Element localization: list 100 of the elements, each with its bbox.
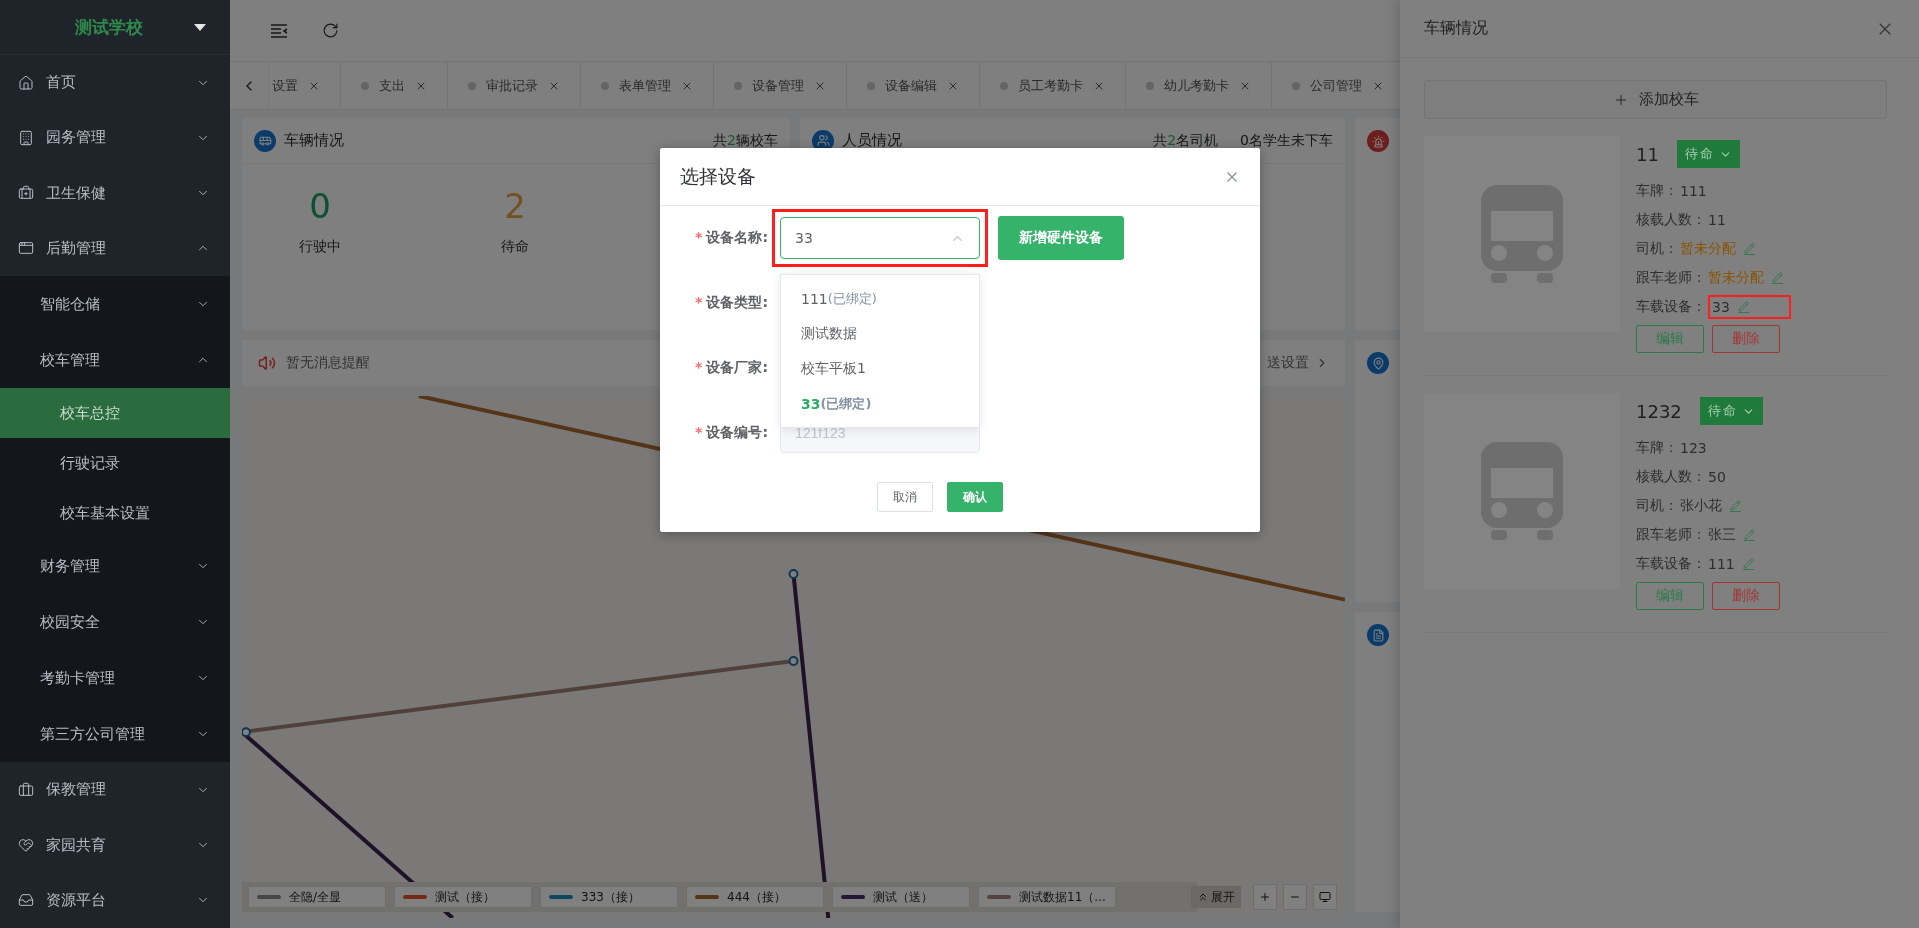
expand-button[interactable]: 展开	[1191, 886, 1241, 908]
siren-icon	[1367, 130, 1389, 152]
bus-icon	[254, 129, 276, 152]
menu-icon	[18, 129, 34, 146]
menu-icon	[18, 837, 34, 854]
menu-item[interactable]: 校车基本设置	[0, 488, 230, 539]
menu-item[interactable]: 智能仓储	[0, 276, 230, 333]
bus-name: 1232	[1636, 400, 1682, 422]
summary-text: 共2名司机	[1153, 131, 1219, 150]
menu-item[interactable]: 园务管理	[0, 110, 230, 166]
device-select[interactable]: 33	[780, 217, 980, 259]
menu-icon	[18, 74, 34, 91]
field-label: * 设备类型:	[694, 294, 769, 312]
monitor-icon	[1319, 891, 1331, 903]
menu-item[interactable]: 首页	[0, 55, 230, 111]
dot-icon	[601, 81, 609, 90]
menu-item[interactable]: 家园共育	[0, 817, 230, 873]
legend-item[interactable]: 测试（接）	[394, 886, 532, 908]
zoom-in-button[interactable]	[1253, 884, 1277, 910]
field-label: * 设备厂家:	[694, 359, 769, 377]
status-dropdown[interactable]: 待命	[1676, 140, 1740, 168]
status-dropdown[interactable]: 待命	[1699, 397, 1763, 425]
add-bus-button[interactable]: 添加校车	[1424, 80, 1887, 119]
field-label: 车载设备：	[1636, 297, 1706, 316]
field-value: 33	[1712, 298, 1730, 315]
refresh-button[interactable]	[322, 22, 339, 39]
menu-icon	[18, 240, 34, 257]
field-value: 张小花	[1680, 496, 1722, 515]
legend-item[interactable]: 全隐/全显	[248, 886, 386, 908]
field-value: 暂未分配	[1708, 268, 1764, 287]
caret-down-icon[interactable]	[194, 23, 206, 31]
dot-icon	[468, 81, 476, 90]
stat-value: 2	[504, 186, 526, 226]
dot-icon	[734, 81, 742, 90]
menu-item[interactable]: 财务管理	[0, 538, 230, 595]
zoom-out-button[interactable]	[1283, 884, 1307, 910]
dropdown-option[interactable]: 校车平板1	[781, 351, 979, 386]
dropdown-option[interactable]: 测试数据	[781, 316, 979, 351]
field-value: 123	[1680, 439, 1707, 456]
summary-text: 共2辆校车	[713, 131, 778, 150]
field-value: 张三	[1708, 525, 1736, 544]
dialog-title: 选择设备	[680, 163, 756, 189]
bus-name: 11	[1636, 143, 1659, 165]
menu-item[interactable]: 校园安全	[0, 594, 230, 651]
screen-button[interactable]	[1313, 884, 1337, 910]
summary-text: 0名学生未下车	[1240, 131, 1333, 150]
menu-item[interactable]: 资源平台	[0, 872, 230, 928]
dot-icon	[361, 81, 369, 90]
page-tab[interactable]: 设置	[269, 62, 341, 109]
field-label: * 设备名称:	[694, 229, 769, 247]
menu-icon	[18, 781, 34, 798]
dropdown-option[interactable]: 111(已绑定)	[781, 281, 979, 316]
legend-item[interactable]: 测试（送）	[832, 886, 970, 908]
field-value: 暂未分配	[1680, 239, 1736, 258]
add-device-button[interactable]: 新增硬件设备	[998, 216, 1124, 260]
menu-fold-button[interactable]	[270, 22, 288, 39]
dot-icon	[867, 81, 875, 90]
card-title: 车辆情况	[284, 131, 345, 150]
document-icon	[1367, 624, 1389, 646]
card-title: 人员情况	[842, 131, 903, 150]
field-value: 50	[1708, 468, 1726, 485]
stat-label: 行驶中	[299, 238, 341, 256]
cancel-button[interactable]: 取消	[877, 482, 933, 512]
menu-item[interactable]: 考勤卡管理	[0, 650, 230, 707]
menu-item[interactable]: 校车总控	[0, 388, 230, 439]
school-name: 测试学校	[75, 15, 143, 39]
field-label: 核载人数：	[1636, 210, 1706, 229]
legend-item[interactable]: 333（接）	[540, 886, 678, 908]
legend-item[interactable]: 444（接）	[686, 886, 824, 908]
route-point	[242, 727, 251, 738]
map-pin-icon	[1367, 352, 1389, 374]
menu-item[interactable]: 行驶记录	[0, 438, 230, 489]
field-label: 跟车老师：	[1636, 525, 1706, 544]
field-label: 跟车老师：	[1636, 268, 1706, 287]
route-point	[788, 656, 799, 666]
drawer-title: 车辆情况	[1424, 18, 1488, 39]
field-label: 车牌：	[1636, 181, 1678, 200]
dot-icon	[1292, 81, 1300, 90]
message-text: 暂无消息提醒	[286, 354, 370, 372]
menu-item[interactable]: 校车管理	[0, 332, 230, 389]
menu-item[interactable]: 后勤管理	[0, 220, 230, 277]
menu-item[interactable]: 保教管理	[0, 762, 230, 818]
stat-value: 0	[309, 186, 331, 226]
field-label: * 设备编号:	[694, 424, 769, 442]
field-label: 车载设备：	[1636, 554, 1706, 573]
menu-item[interactable]: 第三方公司管理	[0, 706, 230, 763]
settings-link[interactable]: 送设置	[1267, 354, 1329, 372]
confirm-button[interactable]: 确认	[947, 482, 1003, 512]
menu-icon	[18, 892, 34, 909]
dot-icon	[1000, 81, 1008, 90]
plus-icon	[1259, 891, 1271, 903]
field-value: 111	[1680, 182, 1707, 199]
legend-item[interactable]: 测试数据11（...	[978, 886, 1116, 908]
menu-item[interactable]: 卫生保健	[0, 165, 230, 221]
route-point	[788, 569, 799, 579]
field-value: 11	[1708, 211, 1726, 228]
field-label: 车牌：	[1636, 438, 1678, 457]
speaker-icon	[258, 354, 276, 372]
field-label: 司机：	[1636, 239, 1678, 258]
field-label: 司机：	[1636, 496, 1678, 515]
